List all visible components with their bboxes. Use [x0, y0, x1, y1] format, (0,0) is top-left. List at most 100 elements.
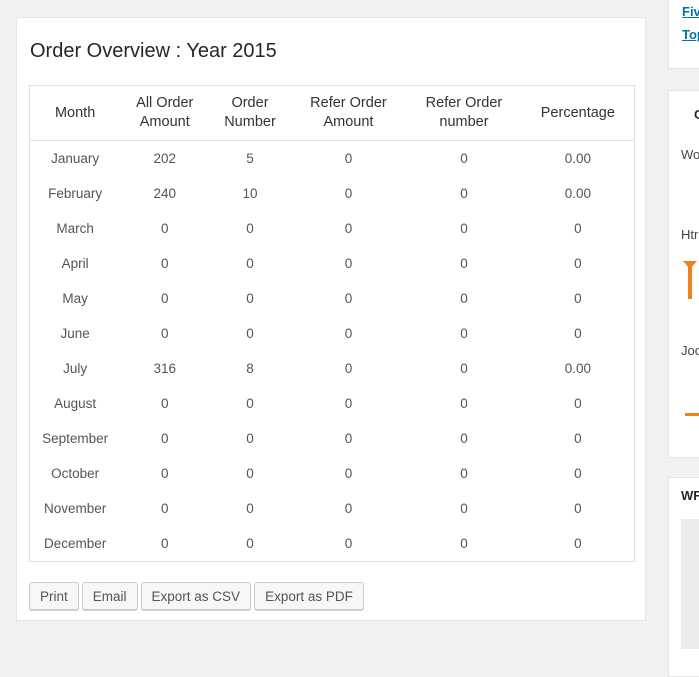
- cell-month: March: [56, 221, 94, 236]
- cell-percentage: 0.00: [564, 361, 591, 376]
- table-row: September 0 0 0 0 0: [30, 421, 634, 456]
- sidebar-item-1: Wo: [681, 147, 699, 162]
- cell-all-order-amount: 0: [161, 466, 169, 481]
- cell-refer-order-number: 0: [460, 466, 468, 481]
- cell-percentage: 0.00: [564, 151, 591, 166]
- sidebar-box-2-heading: C: [694, 107, 699, 122]
- cell-all-order-amount: 0: [161, 431, 169, 446]
- col-refer-order-amount: Refer Order Amount: [290, 86, 407, 141]
- cell-refer-order-number: 0: [460, 326, 468, 341]
- sidebar-box-links: Fiv Top: [668, 0, 699, 69]
- action-buttons: Print Email Export as CSV Export as PDF: [29, 582, 364, 610]
- cell-month: September: [42, 431, 109, 446]
- cell-month: May: [62, 291, 88, 306]
- cell-percentage: 0: [574, 396, 582, 411]
- sidebar-link-1[interactable]: Fiv: [682, 4, 699, 19]
- table-row: January 202 5 0 0 0.00: [30, 141, 634, 177]
- sidebar-image-placeholder: [681, 519, 699, 649]
- cell-percentage: 0.00: [564, 186, 591, 201]
- cell-all-order-amount: 0: [161, 221, 169, 236]
- cell-refer-order-amount: 0: [344, 431, 353, 446]
- cell-all-order-amount: 202: [153, 151, 177, 166]
- col-percentage: Percentage: [521, 86, 634, 141]
- cell-order-number: 0: [246, 431, 254, 446]
- table-row: July 316 8 0 0 0.00: [30, 351, 634, 386]
- col-refer-order-number: Refer Order number: [406, 86, 522, 141]
- cell-refer-order-amount: 0: [344, 256, 353, 271]
- order-overview-panel: Order Overview : Year 2015 Month All Ord…: [16, 17, 646, 621]
- cell-all-order-amount: 0: [161, 396, 169, 411]
- cell-all-order-amount: 316: [153, 361, 177, 376]
- cell-month: October: [51, 466, 100, 481]
- cell-all-order-amount: 0: [161, 291, 169, 306]
- cell-order-number: 0: [246, 221, 254, 236]
- col-month: Month: [30, 86, 121, 141]
- table-body: January 202 5 0 0 0.00 February 240 10 0 0 0.00 Marc…: [30, 141, 634, 562]
- cell-refer-order-number: 0: [460, 221, 468, 236]
- sidebar-box-3-heading: WF: [681, 488, 699, 503]
- print-button[interactable]: Print: [29, 582, 79, 610]
- sidebar-item-3: Joo: [681, 343, 699, 358]
- sidebar-link-2[interactable]: Top: [682, 27, 699, 42]
- cell-order-number: 0: [246, 291, 254, 306]
- table-row: February 240 10 0 0 0.00: [30, 176, 634, 211]
- cell-percentage: 0: [574, 256, 582, 271]
- cell-all-order-amount: 0: [161, 326, 169, 341]
- cell-refer-order-amount: 0: [344, 151, 353, 166]
- table-header-row: Month All Order Amount Order Number Refer …: [30, 86, 634, 141]
- cell-all-order-amount: 0: [161, 256, 169, 271]
- cell-order-number: 0: [246, 501, 254, 516]
- cell-percentage: 0: [574, 326, 582, 341]
- cell-percentage: 0: [574, 536, 582, 551]
- table-row: May 0 0 0 0 0: [30, 281, 634, 316]
- sidebar-box-3: WF: [668, 477, 699, 677]
- cell-order-number: 0: [246, 466, 254, 481]
- cell-refer-order-amount: 0: [344, 326, 353, 341]
- sidebar-item-2: Htr: [681, 227, 699, 242]
- cell-month: April: [61, 256, 89, 271]
- cell-refer-order-amount: 0: [344, 466, 353, 481]
- cell-all-order-amount: 0: [161, 501, 169, 516]
- cell-order-number: 8: [246, 361, 254, 376]
- cell-refer-order-amount: 0: [344, 221, 353, 236]
- col-all-order-amount: All Order Amount: [120, 86, 210, 141]
- cell-month: January: [51, 151, 100, 166]
- cell-order-number: 0: [246, 536, 254, 551]
- cell-refer-order-amount: 0: [344, 186, 353, 201]
- cell-order-number: 5: [246, 151, 254, 166]
- export-csv-button[interactable]: Export as CSV: [140, 582, 252, 610]
- cell-month: June: [60, 326, 90, 341]
- sidebar-box-2: C Wo Htr Joo: [668, 90, 699, 458]
- cell-refer-order-number: 0: [460, 151, 468, 166]
- table-row: November 0 0 0 0 0: [30, 491, 634, 526]
- cell-refer-order-number: 0: [460, 256, 468, 271]
- order-table-container: Month All Order Amount Order Number Refer …: [29, 85, 635, 562]
- cell-percentage: 0: [574, 431, 582, 446]
- cell-refer-order-number: 0: [460, 186, 468, 201]
- cell-refer-order-number: 0: [460, 291, 468, 306]
- cell-month: November: [43, 501, 107, 516]
- cell-all-order-amount: 240: [153, 186, 177, 201]
- cell-refer-order-number: 0: [460, 396, 468, 411]
- cell-refer-order-number: 0: [460, 501, 468, 516]
- cell-order-number: 0: [246, 256, 254, 271]
- cell-refer-order-amount: 0: [344, 501, 353, 516]
- plugin-logo-icon: [683, 261, 697, 299]
- cell-all-order-amount: 0: [161, 536, 169, 551]
- cell-percentage: 0: [574, 291, 582, 306]
- cell-month: July: [63, 361, 88, 376]
- cell-refer-order-number: 0: [460, 361, 468, 376]
- cell-refer-order-amount: 0: [344, 396, 353, 411]
- cell-refer-order-amount: 0: [344, 291, 353, 306]
- cell-refer-order-number: 0: [460, 431, 468, 446]
- table-row: April 0 0 0 0 0: [30, 246, 634, 281]
- export-pdf-button[interactable]: Export as PDF: [254, 582, 364, 610]
- cell-refer-order-number: 0: [460, 536, 468, 551]
- email-button[interactable]: Email: [81, 582, 138, 610]
- table-row: June 0 0 0 0 0: [30, 316, 634, 351]
- cell-order-number: 10: [242, 186, 258, 201]
- col-order-number: Order Number: [209, 86, 291, 141]
- plugin-logo-icon-2: [685, 413, 699, 416]
- table-row: December 0 0 0 0 0: [30, 526, 634, 561]
- cell-month: August: [54, 396, 97, 411]
